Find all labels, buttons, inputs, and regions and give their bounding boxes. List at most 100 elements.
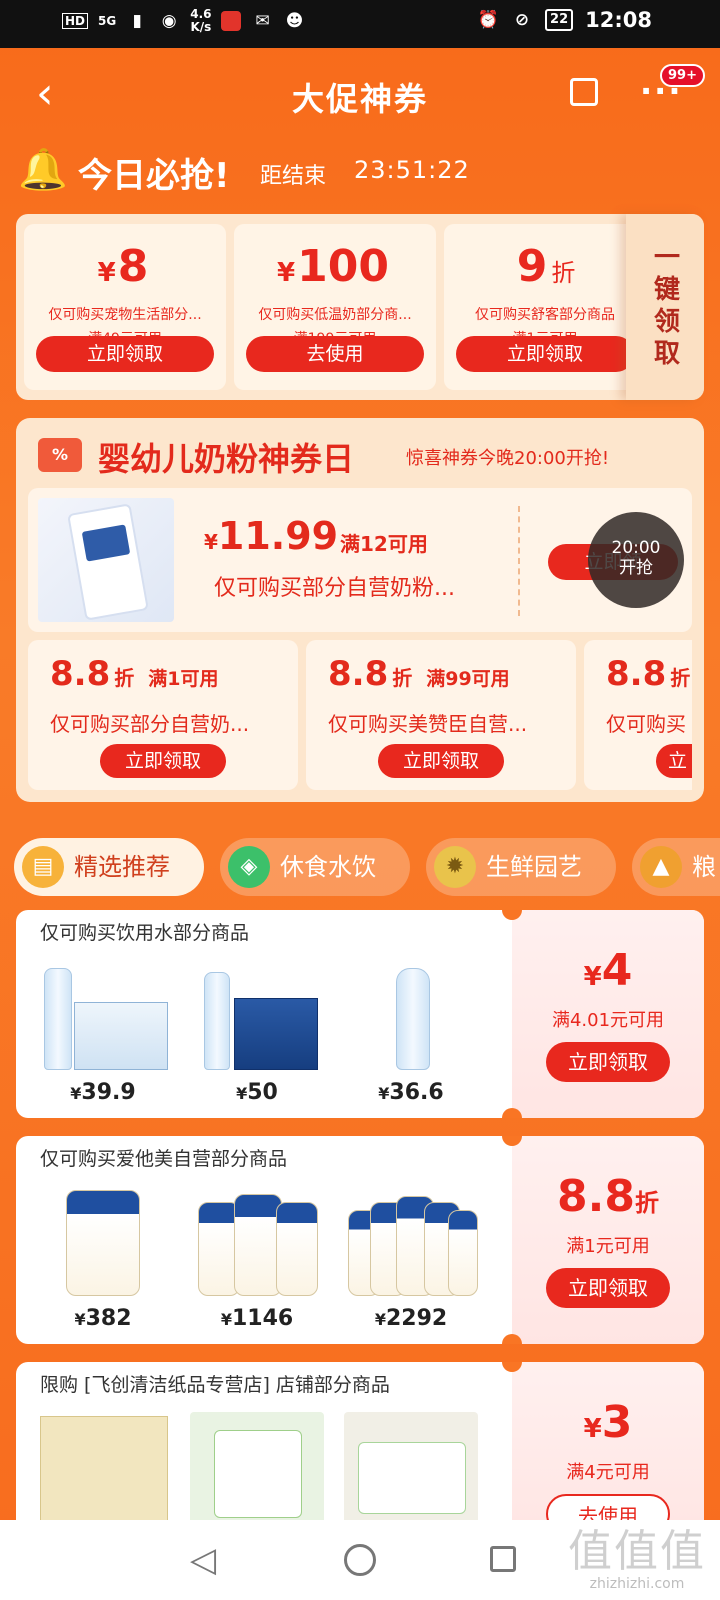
clock: 12:08 xyxy=(585,8,652,32)
claim-button[interactable]: 立 xyxy=(656,744,692,778)
tab-snacks-drinks[interactable]: ◈ 休食水饮 xyxy=(220,838,410,896)
coupon-desc: 仅可购买 xyxy=(606,712,686,736)
coupon-card[interactable]: 9折 仅可购买舒客部分商品 满1元可用 立即领取 xyxy=(444,224,646,390)
water-product-image xyxy=(36,960,170,1076)
tissue-product-image xyxy=(344,1412,478,1528)
claim-button[interactable]: 立即领取 xyxy=(546,1268,670,1308)
qq-icon: ☻ xyxy=(285,11,304,31)
product-item[interactable]: ¥36.6 xyxy=(344,952,478,1114)
tissue-product-image xyxy=(36,1412,170,1528)
signal-icon: ▮ xyxy=(132,11,142,31)
product-item[interactable]: ¥50 xyxy=(190,952,324,1114)
today-header: 🔔 今日必抢! 距结束 23:51:22 xyxy=(14,144,714,198)
alarm-icon: ⏰ xyxy=(477,10,499,30)
product-coupon-card[interactable]: 限购 [飞创清洁纸品专营店] 店铺部分商品 ¥3 满4元可用 去使用 xyxy=(16,1362,704,1542)
share-icon[interactable] xyxy=(570,78,598,106)
coupon-condition: 满1元可用 xyxy=(566,1236,650,1257)
nav-back-icon[interactable]: ◁ xyxy=(190,1540,216,1580)
sub-coupon[interactable]: 8.8 折满1可用 仅可购买部分自营奶... 立即领取 xyxy=(28,640,298,790)
coupon-card[interactable]: ¥8 仅可购买宠物生活部分... 满49元可用 立即领取 xyxy=(24,224,226,390)
currency-symbol: ¥ xyxy=(378,1084,390,1103)
coupon-value-panel: 8.8折 满1元可用 立即领取 xyxy=(502,1136,704,1344)
water-product-image xyxy=(190,960,324,1076)
coupon-unit: 折 xyxy=(670,666,691,690)
start-time: 20:00 xyxy=(611,538,661,558)
product-price: 39.9 xyxy=(81,1080,136,1105)
featured-coupon[interactable]: ¥11.99 满12可用 仅可购买部分自营奶粉... 立即领 20:00开抢 xyxy=(28,488,692,632)
currency-symbol: ¥ xyxy=(236,1084,248,1103)
sub-coupon[interactable]: 8.8 折满99可用 仅可购买美赞臣自营... 立即领取 xyxy=(306,640,576,790)
currency-symbol: ¥ xyxy=(583,1414,602,1444)
coupon-amount: 8.8 xyxy=(328,654,389,694)
product-item[interactable]: ¥382 xyxy=(36,1178,170,1340)
category-tabs: ▤ 精选推荐 ◈ 休食水饮 ✹ 生鲜园艺 ▲ 粮 xyxy=(14,838,720,896)
claim-button[interactable]: 立即领取 xyxy=(546,1042,670,1082)
app-notification-icon xyxy=(221,11,242,31)
coupon-scope: 仅可购买饮用水部分商品 xyxy=(40,922,250,944)
product-item[interactable]: ¥1146 xyxy=(190,1178,324,1340)
coupon-condition: 满4元可用 xyxy=(566,1462,650,1483)
start-label: 开抢 xyxy=(619,558,653,578)
percent-badge-icon: % xyxy=(38,438,82,472)
coupon-center-page: HD 5G ▮ ◉ 4.6 K/s ✉ ☻ ⏰ ⊘ 22 12:08 ‹ 大促神券… xyxy=(0,0,720,1600)
product-coupon-card[interactable]: 仅可购买爱他美自营部分商品 ¥382 ¥1146 ¥2292 8.8折 满1元可… xyxy=(16,1136,704,1344)
coupon-desc: 仅可购买低温奶部分商... xyxy=(258,307,412,323)
claim-button[interactable]: 立即领取 xyxy=(378,744,504,778)
coupon-amount: 11.99 xyxy=(217,514,339,558)
claim-button[interactable]: 立即领取 xyxy=(36,336,214,372)
product-list: ¥39.9 ¥50 ¥36.6 xyxy=(36,952,506,1114)
durian-icon: ✹ xyxy=(434,846,476,888)
coupon-condition: 满12可用 xyxy=(340,532,428,556)
product-item[interactable]: ¥39.9 xyxy=(36,952,170,1114)
tab-featured[interactable]: ▤ 精选推荐 xyxy=(14,838,204,896)
watermark-site: zhizhizhi.com xyxy=(589,1576,685,1592)
coupon-amount: 8.8 xyxy=(50,654,111,694)
product-item[interactable]: ¥2292 xyxy=(344,1178,478,1340)
hd-indicator: HD xyxy=(62,13,89,29)
use-button[interactable]: 去使用 xyxy=(246,336,424,372)
coupon-card[interactable]: ¥100 仅可购买低温奶部分商... 满199元可用 去使用 xyxy=(234,224,436,390)
nav-home-icon[interactable] xyxy=(344,1544,376,1576)
coupon-unit: 折 xyxy=(551,259,576,287)
nav-recents-icon[interactable] xyxy=(490,1546,516,1572)
coupon-desc: 仅可购买部分自营奶... xyxy=(50,712,250,736)
currency-symbol: ¥ xyxy=(70,1084,82,1103)
tab-label: 休食水饮 xyxy=(280,853,376,881)
product-price: 36.6 xyxy=(389,1080,444,1105)
coupon-scope: 限购 [飞创清洁纸品专营店] 店铺部分商品 xyxy=(40,1374,390,1396)
page-title: 大促神券 xyxy=(291,80,428,118)
coupon-amount: 8 xyxy=(117,241,149,292)
countdown-timer: 23:51:22 xyxy=(354,156,470,184)
today-title: 今日必抢! xyxy=(78,156,230,196)
claim-button[interactable]: 立即领取 xyxy=(100,744,226,778)
product-coupon-card[interactable]: 仅可购买饮用水部分商品 ¥39.9 ¥50 ¥36.6 ¥4 满4.01元可用 … xyxy=(16,910,704,1118)
one-key-claim-button[interactable]: 一键领取 xyxy=(626,214,704,400)
milk-product-image xyxy=(38,498,174,622)
section-subtitle: 惊喜神券今晚20:00开抢! xyxy=(406,448,610,469)
top-nav: ‹ 大促神券 ··· 99+ xyxy=(0,48,720,144)
coupon-unit: 折 xyxy=(634,1189,659,1217)
tab-label: 精选推荐 xyxy=(74,853,170,881)
coupon-desc: 仅可购买舒客部分商品 xyxy=(475,307,615,323)
status-bar: HD 5G ▮ ◉ 4.6 K/s ✉ ☻ ⏰ ⊘ 22 12:08 xyxy=(0,0,720,48)
formula-product-image xyxy=(36,1186,170,1302)
coupon-amount: 9 xyxy=(516,241,548,292)
bell-icon: 🔔 xyxy=(18,147,68,193)
tab-fresh-garden[interactable]: ✹ 生鲜园艺 xyxy=(426,838,616,896)
product-price: 1146 xyxy=(231,1306,294,1331)
coupon-unit: 折 xyxy=(392,666,413,690)
currency-symbol: ¥ xyxy=(97,258,116,288)
tab-label: 生鲜园艺 xyxy=(486,853,582,881)
divider xyxy=(518,506,520,616)
product-price: 50 xyxy=(247,1080,278,1105)
sub-coupon[interactable]: 8.8 折 仅可购买 立 xyxy=(584,640,692,790)
coupon-unit: 折 xyxy=(114,666,135,690)
system-nav-bar: ◁ 值值值 zhizhizhi.com xyxy=(0,1520,720,1600)
mute-icon: ⊘ xyxy=(514,10,530,30)
coupon-amount: 8.8 xyxy=(557,1171,635,1222)
currency-symbol: ¥ xyxy=(277,258,296,288)
coupon-desc: 仅可购买部分自营奶粉... xyxy=(214,576,455,601)
tab-grain[interactable]: ▲ 粮 xyxy=(632,838,720,896)
claim-button[interactable]: 立即领取 xyxy=(456,336,634,372)
coupon-condition: 满99可用 xyxy=(426,668,510,690)
